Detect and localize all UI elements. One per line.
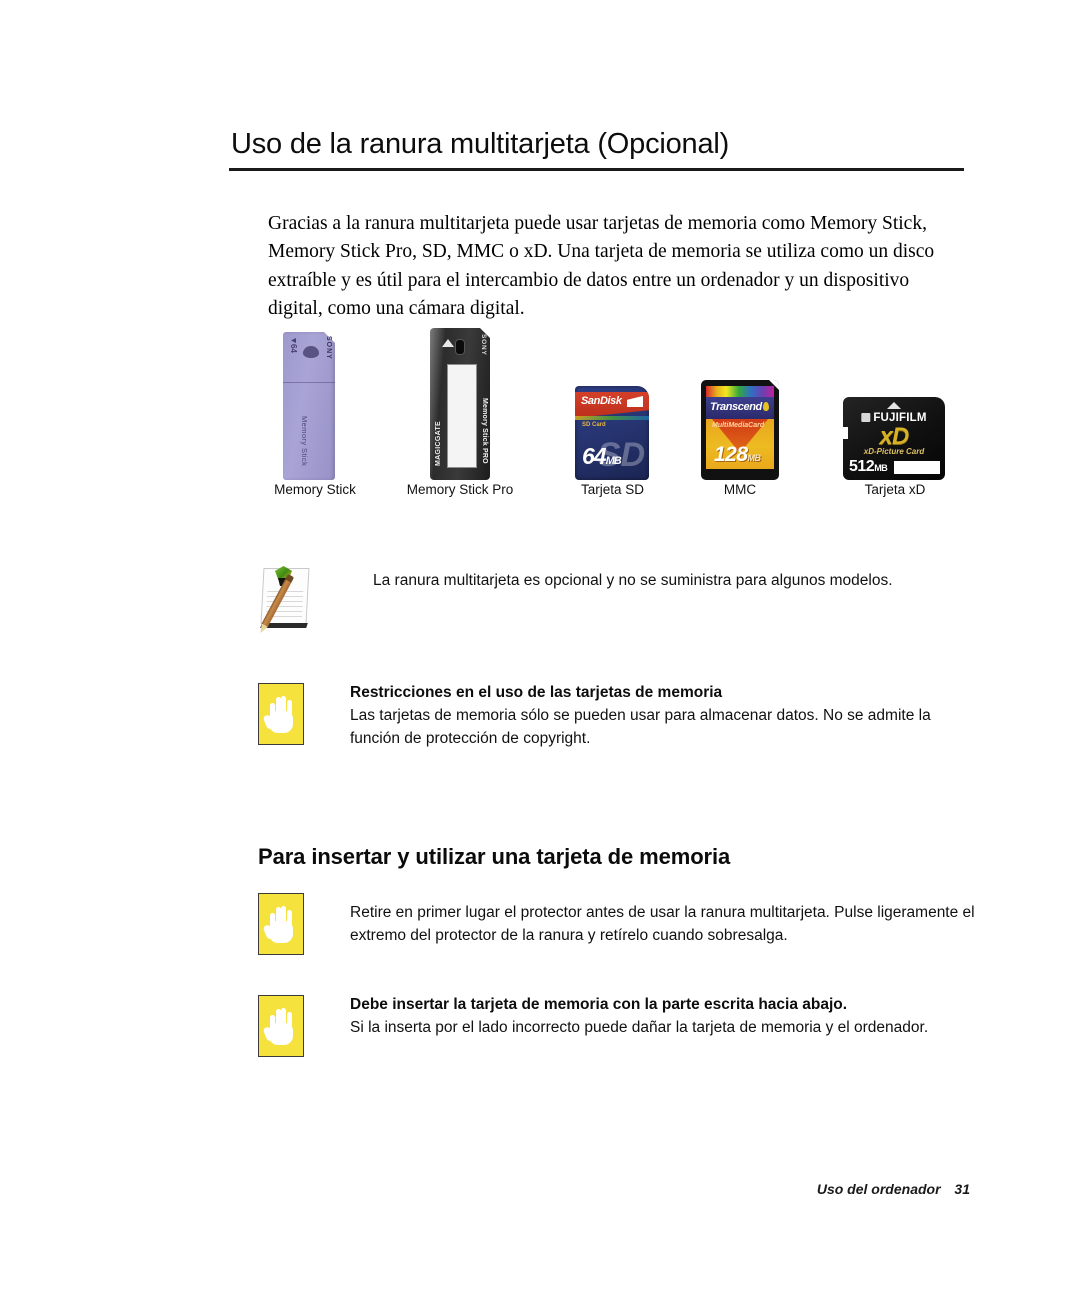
card-sd: SanDisk SD Card SD 64MB Tarjeta SD <box>545 312 680 512</box>
sony-brand-label: SONY <box>325 336 332 360</box>
memory-stick-image: SONY 64 Memory Stick <box>283 332 335 480</box>
sd-card-image: SanDisk SD Card SD 64MB <box>575 386 649 480</box>
card-memory-stick-pro: SONY MAGICGATE Memory Stick PRO Memory S… <box>380 312 540 512</box>
intro-paragraph: Gracias a la ranura multitarjeta puede u… <box>268 212 935 320</box>
logo-mark-icon <box>456 340 464 354</box>
fujifilm-logo-icon <box>861 413 871 422</box>
warning-title: Debe insertar la tarjeta de memoria con … <box>350 996 848 1013</box>
warning-body: Las tarjetas de memoria sólo se pueden u… <box>350 707 931 747</box>
footer-label: Uso del ordenador <box>816 1181 941 1197</box>
title-rule <box>229 168 964 171</box>
side-tab <box>843 427 848 439</box>
transcend-drop-icon <box>763 402 769 411</box>
product-name-label: Memory Stick PRO <box>481 398 488 464</box>
memory-stick-pro-image: SONY MAGICGATE Memory Stick PRO <box>430 328 490 480</box>
card-caption: MMC <box>723 482 757 497</box>
color-stripe <box>706 386 774 397</box>
warning-title: Restricciones en el uso de las tarjetas … <box>350 684 723 701</box>
stop-hand-icon <box>258 995 304 1057</box>
card-caption: Memory Stick Pro <box>406 482 514 497</box>
sd-sub-label: SD Card <box>582 422 606 428</box>
card-caption: Tarjeta SD <box>580 482 645 497</box>
card-xd: FUJIFILM xD xD-Picture Card 512MB Tarjet… <box>805 312 985 512</box>
xd-sub-label: xD-Picture Card <box>863 447 925 456</box>
product-name-label: Memory Stick <box>300 415 309 466</box>
note-text: La ranura multitarjeta es opcional y no … <box>373 572 893 589</box>
page-footer: Uso del ordenador 31 <box>817 1181 970 1197</box>
warning-body: Si la inserta por el lado incorrecto pue… <box>350 1019 929 1036</box>
stop-hand-icon <box>258 893 304 955</box>
color-stripe <box>575 416 649 420</box>
page-title: Uso de la ranura multitarjeta (Opcional) <box>231 128 730 160</box>
section-heading: Para insertar y utilizar una tarjeta de … <box>258 844 731 870</box>
stop-hand-icon <box>258 683 304 745</box>
direction-arrow-icon <box>442 339 454 347</box>
memory-card-gallery: SONY 64 Memory Stick Memory Stick SONY M… <box>255 312 985 512</box>
magicgate-label: MAGICGATE <box>435 421 442 466</box>
document-page: Uso de la ranura multitarjeta (Opcional)… <box>0 0 1080 1309</box>
notepad-pencil-icon <box>258 562 316 630</box>
card-caption: Memory Stick <box>274 482 356 497</box>
xd-card-image: FUJIFILM xD xD-Picture Card 512MB <box>843 397 945 480</box>
warning-body: Retire en primer lugar el protector ante… <box>350 904 975 944</box>
sony-brand-label: SONY <box>480 334 487 356</box>
capacity-label: 128MB <box>714 443 761 466</box>
card-caption: Tarjeta xD <box>864 482 926 497</box>
capacity-label: 64 <box>289 337 298 353</box>
memory-stick-logo-icon <box>303 346 319 358</box>
capacity-label: 64MB <box>582 443 622 469</box>
multimedia-label: MultiMediaCard <box>712 422 765 429</box>
mmc-card-image: Transcend MultiMediaCard 128MB <box>701 380 779 480</box>
page-number: 31 <box>954 1181 970 1197</box>
capacity-label: 512MB <box>849 458 888 475</box>
direction-arrow-icon <box>887 402 901 409</box>
brand-band: Transcend <box>706 397 774 419</box>
label-window <box>447 364 477 468</box>
card-mmc: Transcend MultiMediaCard 128MB MMC <box>675 312 805 512</box>
capacity-area: MultiMediaCard 128MB <box>706 419 774 469</box>
transcend-brand-label: Transcend <box>710 401 762 413</box>
card-memory-stick: SONY 64 Memory Stick Memory Stick <box>255 312 375 512</box>
write-area <box>894 461 940 474</box>
sandisk-brand-label: SanDisk <box>581 395 622 407</box>
